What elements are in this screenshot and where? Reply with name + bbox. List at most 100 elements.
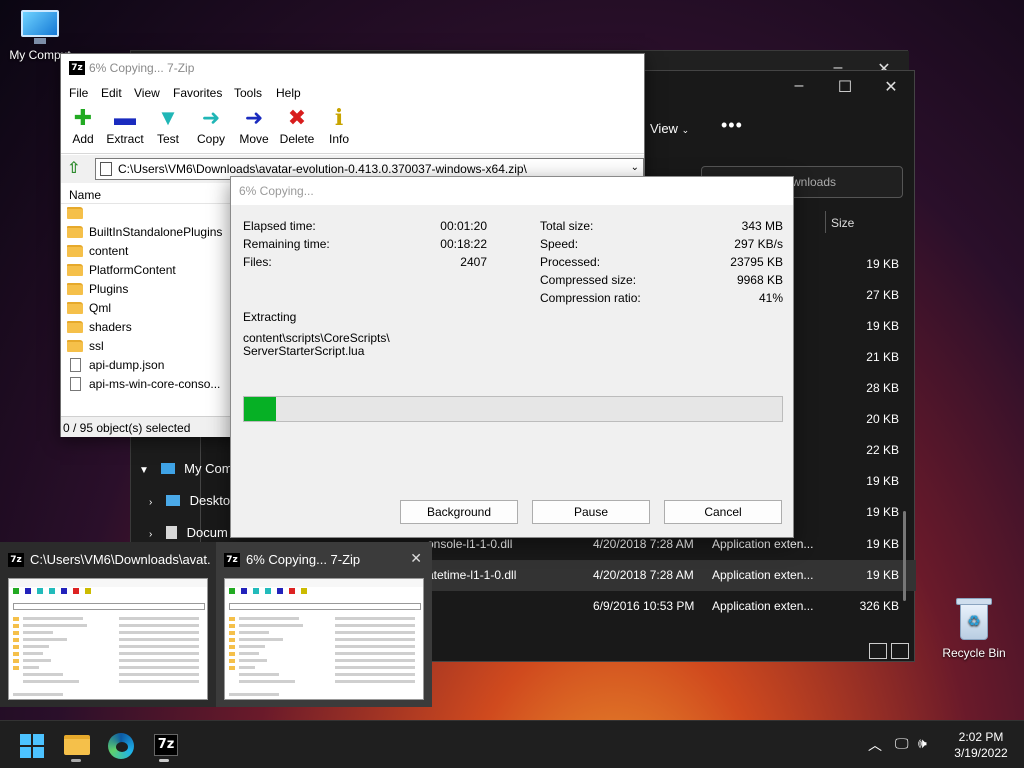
move-button[interactable]: ➜ Move (232, 104, 276, 146)
more-options-button[interactable]: ••• (721, 115, 743, 136)
folder-icon (67, 302, 83, 314)
clock-time: 2:02 PM (958, 730, 1004, 744)
close-icon[interactable]: ✕ (868, 77, 914, 97)
list-item[interactable] (67, 206, 89, 225)
menu-tools[interactable]: Tools (234, 86, 262, 100)
background-button[interactable]: Background (400, 500, 518, 524)
list-item[interactable]: ssl (67, 339, 104, 358)
delete-button[interactable]: ✖ Delete (275, 104, 319, 146)
sevenzip-app-icon: 7z (69, 61, 85, 75)
current-file-name: ServerStarterScript.lua (243, 344, 365, 358)
list-item[interactable]: api-ms-win-core-conso... (67, 377, 220, 396)
computer-icon (160, 463, 175, 474)
file-size: 28 KB (866, 381, 899, 395)
elapsed-label: Elapsed time: (243, 219, 316, 233)
taskbar-file-explorer[interactable] (56, 729, 96, 763)
menu-help[interactable]: Help (276, 86, 301, 100)
column-header-size[interactable]: Size (831, 216, 854, 230)
window-title: 7z 6% Copying... 7-Zip (61, 54, 644, 82)
sevenzip-app-icon: 7z (224, 553, 240, 567)
scrollbar[interactable] (903, 511, 906, 601)
list-item[interactable]: BuiltInStandalonePlugins (67, 225, 222, 244)
total-size-value: 343 MB (741, 219, 783, 233)
folder-icon (67, 264, 83, 276)
preview-title: 6% Copying... 7-Zip (246, 552, 361, 567)
copy-button[interactable]: ➜ Copy (189, 104, 233, 146)
add-button[interactable]: ✚ Add (61, 104, 105, 146)
list-item[interactable]: shaders (67, 320, 132, 339)
info-button[interactable]: i Info (317, 104, 361, 146)
chevron-down-icon[interactable]: ⌄ (631, 162, 639, 173)
file-size: 19 KB (866, 474, 899, 488)
menu-file[interactable]: File (69, 86, 88, 100)
file-icon (70, 377, 81, 391)
remaining-label: Remaining time: (243, 237, 330, 251)
menu-favorites[interactable]: Favorites (173, 86, 222, 100)
folder-icon (67, 207, 83, 219)
taskbar-sevenzip[interactable]: 7z (144, 729, 184, 763)
chevron-up-icon[interactable]: ︿ (868, 735, 882, 755)
documents-icon (165, 526, 177, 539)
preview-explorer-window[interactable]: 7z C:\Users\VM6\Downloads\avat... (0, 542, 216, 707)
copy-icon: ➜ (201, 105, 221, 130)
close-icon[interactable]: ✕ (410, 550, 422, 567)
nav-item-my-computer[interactable]: ▼ My Comp (139, 461, 240, 476)
preview-thumbnail (224, 578, 424, 700)
start-button[interactable] (20, 734, 44, 758)
taskbar: 7z ︿ 🖵 🕪 2:02 PM 3/19/2022 (0, 720, 1024, 768)
sevenzip-app-icon: 7z (154, 734, 178, 756)
sevenzip-app-icon: 7z (8, 553, 24, 567)
add-icon: ✚ (73, 105, 93, 130)
folder-icon (67, 321, 83, 333)
nav-item-desktop[interactable]: › Desktop (149, 493, 237, 508)
archive-icon (100, 162, 112, 176)
progress-dialog: 6% Copying... Elapsed time: 00:01:20 Rem… (230, 176, 794, 538)
list-item[interactable]: content (67, 244, 128, 263)
test-button[interactable]: ▼ Test (146, 104, 190, 146)
details-view-icon[interactable] (869, 643, 887, 659)
file-icon (70, 358, 81, 372)
tiles-view-icon[interactable] (891, 643, 909, 659)
preview-thumbnail (8, 578, 208, 700)
file-size: 19 KB (866, 319, 899, 333)
dialog-title: 6% Copying... (231, 177, 793, 205)
view-menu-button[interactable]: View ⌄ (650, 121, 689, 136)
desktop-icon-label: Recycle Bin (942, 646, 1006, 660)
system-clock[interactable]: 2:02 PM 3/19/2022 (944, 729, 1018, 761)
chevron-down-icon: ▼ (139, 465, 149, 476)
folder-icon (64, 735, 90, 755)
pause-button[interactable]: Pause (532, 500, 650, 524)
maximize-icon[interactable]: ☐ (822, 77, 868, 97)
file-size: 19 KB (866, 257, 899, 271)
minimize-icon[interactable]: – (776, 77, 822, 95)
elapsed-value: 00:01:20 (440, 219, 487, 233)
info-icon: i (334, 105, 344, 131)
list-item[interactable]: PlatformContent (67, 263, 176, 282)
speed-label: Speed: (540, 237, 579, 251)
preview-sevenzip-window[interactable]: 7z 6% Copying... 7-Zip ✕ (216, 542, 432, 707)
network-icon[interactable]: 🖵 (895, 735, 909, 752)
menu-bar: File Edit View Favorites Tools Help (61, 82, 644, 104)
menu-view[interactable]: View (134, 86, 160, 100)
compressed-size-label: Compressed size: (540, 273, 637, 287)
cancel-button[interactable]: Cancel (664, 500, 782, 524)
desktop-icon-recycle-bin[interactable]: ♻ Recycle Bin (934, 596, 1014, 660)
volume-icon[interactable]: 🕪 (918, 735, 927, 752)
chevron-right-icon: › (149, 497, 153, 508)
progress-bar (243, 396, 783, 422)
taskbar-edge[interactable] (100, 729, 140, 763)
extract-icon: ▬ (114, 105, 136, 130)
menu-edit[interactable]: Edit (101, 86, 122, 100)
folder-icon (67, 340, 83, 352)
list-item[interactable]: Plugins (67, 282, 128, 301)
compression-ratio-label: Compression ratio: (540, 291, 641, 305)
extract-button[interactable]: ▬ Extract (103, 104, 147, 146)
list-item[interactable]: Qml (67, 301, 111, 320)
file-size: 20 KB (866, 412, 899, 426)
folder-up-icon[interactable]: ⇧ (67, 160, 85, 178)
file-size: 21 KB (866, 350, 899, 364)
file-size: 19 KB (866, 505, 899, 519)
speed-value: 297 KB/s (734, 237, 783, 251)
action-label: Extracting (243, 310, 297, 324)
list-item[interactable]: api-dump.json (67, 358, 164, 377)
